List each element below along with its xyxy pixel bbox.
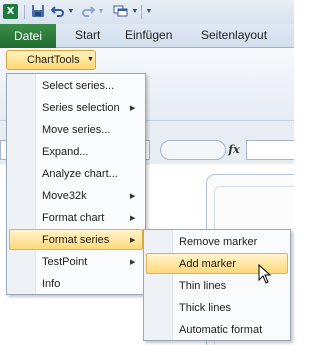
menu-item-series-selection[interactable]: Series selection ▶ [9, 97, 143, 118]
insert-function-icon[interactable]: fx [224, 140, 244, 160]
menu-item-label: Automatic format [179, 324, 263, 336]
menu-item-select-series[interactable]: Select series... [9, 75, 143, 96]
save-icon[interactable] [30, 3, 46, 20]
menu-item-label: Move32k [42, 190, 87, 202]
windows-icon[interactable] [112, 3, 130, 20]
menu-item-label: TestPoint [42, 256, 88, 268]
redo-icon[interactable] [80, 3, 96, 20]
menu-item-label: Format series [42, 234, 110, 246]
menu-item-label: Thin lines [179, 280, 227, 292]
toolbar-divider [141, 5, 142, 19]
chevron-down-icon: ▼ [87, 56, 94, 63]
customize-toolbar-icon[interactable]: ▼ [144, 3, 154, 20]
undo-icon[interactable] [50, 3, 66, 20]
tab-page-layout[interactable]: Seitenlayout [201, 24, 267, 47]
menu-item-format-series[interactable]: Format series ▶ [9, 229, 143, 250]
chart-tools-button[interactable]: ChartTools ▼ [6, 50, 96, 70]
menu-item-info[interactable]: Info [9, 273, 143, 294]
tab-insert[interactable]: Einfügen [125, 24, 172, 47]
formula-bar-toggle[interactable] [160, 140, 226, 160]
submenu-arrow-icon: ▶ [130, 193, 136, 200]
menu-item-thick-lines[interactable]: Thick lines [146, 297, 288, 318]
menu-item-label: Format chart [42, 212, 105, 224]
redo-dropdown-icon[interactable]: ▼ [97, 3, 105, 20]
tab-file[interactable]: Datei [0, 24, 56, 48]
mouse-pointer-icon [258, 263, 272, 287]
menu-item-move-series[interactable]: Move series... [9, 119, 143, 140]
menu-item-label: Analyze chart... [42, 168, 118, 180]
tab-start[interactable]: Start [75, 24, 100, 47]
chart-tools-label: ChartTools [27, 54, 80, 66]
submenu-arrow-icon: ▶ [130, 105, 136, 112]
submenu-arrow-icon: ▶ [130, 215, 136, 222]
menu-item-label: Move series... [42, 124, 111, 136]
menu-item-label: Expand... [42, 146, 89, 158]
menu-item-automatic-format[interactable]: Automatic format [146, 319, 288, 340]
menu-item-label: Add marker [179, 258, 236, 270]
submenu-arrow-icon: ▶ [130, 237, 136, 244]
menu-item-label: Remove marker [179, 236, 258, 248]
submenu-arrow-icon: ▶ [130, 259, 136, 266]
menu-item-remove-marker[interactable]: Remove marker [146, 231, 288, 252]
menu-item-move32k[interactable]: Move32k ▶ [9, 185, 143, 206]
formula-input[interactable] [246, 140, 294, 160]
menu-item-format-chart[interactable]: Format chart ▶ [9, 207, 143, 228]
menu-item-label: Info [42, 278, 61, 290]
menu-item-expand[interactable]: Expand... [9, 141, 143, 162]
menu-item-label: Thick lines [179, 302, 231, 314]
menu-item-testpoint[interactable]: TestPoint ▶ [9, 251, 143, 272]
menu-item-label: Select series... [42, 80, 115, 92]
excel-app-icon[interactable]: X [3, 4, 18, 19]
menu-item-analyze-chart[interactable]: Analyze chart... [9, 163, 143, 184]
undo-dropdown-icon[interactable]: ▼ [67, 3, 75, 20]
menu-item-label: Series selection [42, 102, 120, 114]
chart-tools-menu: Select series... Series selection ▶ Move… [6, 73, 146, 295]
windows-dropdown-icon[interactable]: ▼ [131, 3, 139, 20]
toolbar-divider [24, 5, 25, 19]
